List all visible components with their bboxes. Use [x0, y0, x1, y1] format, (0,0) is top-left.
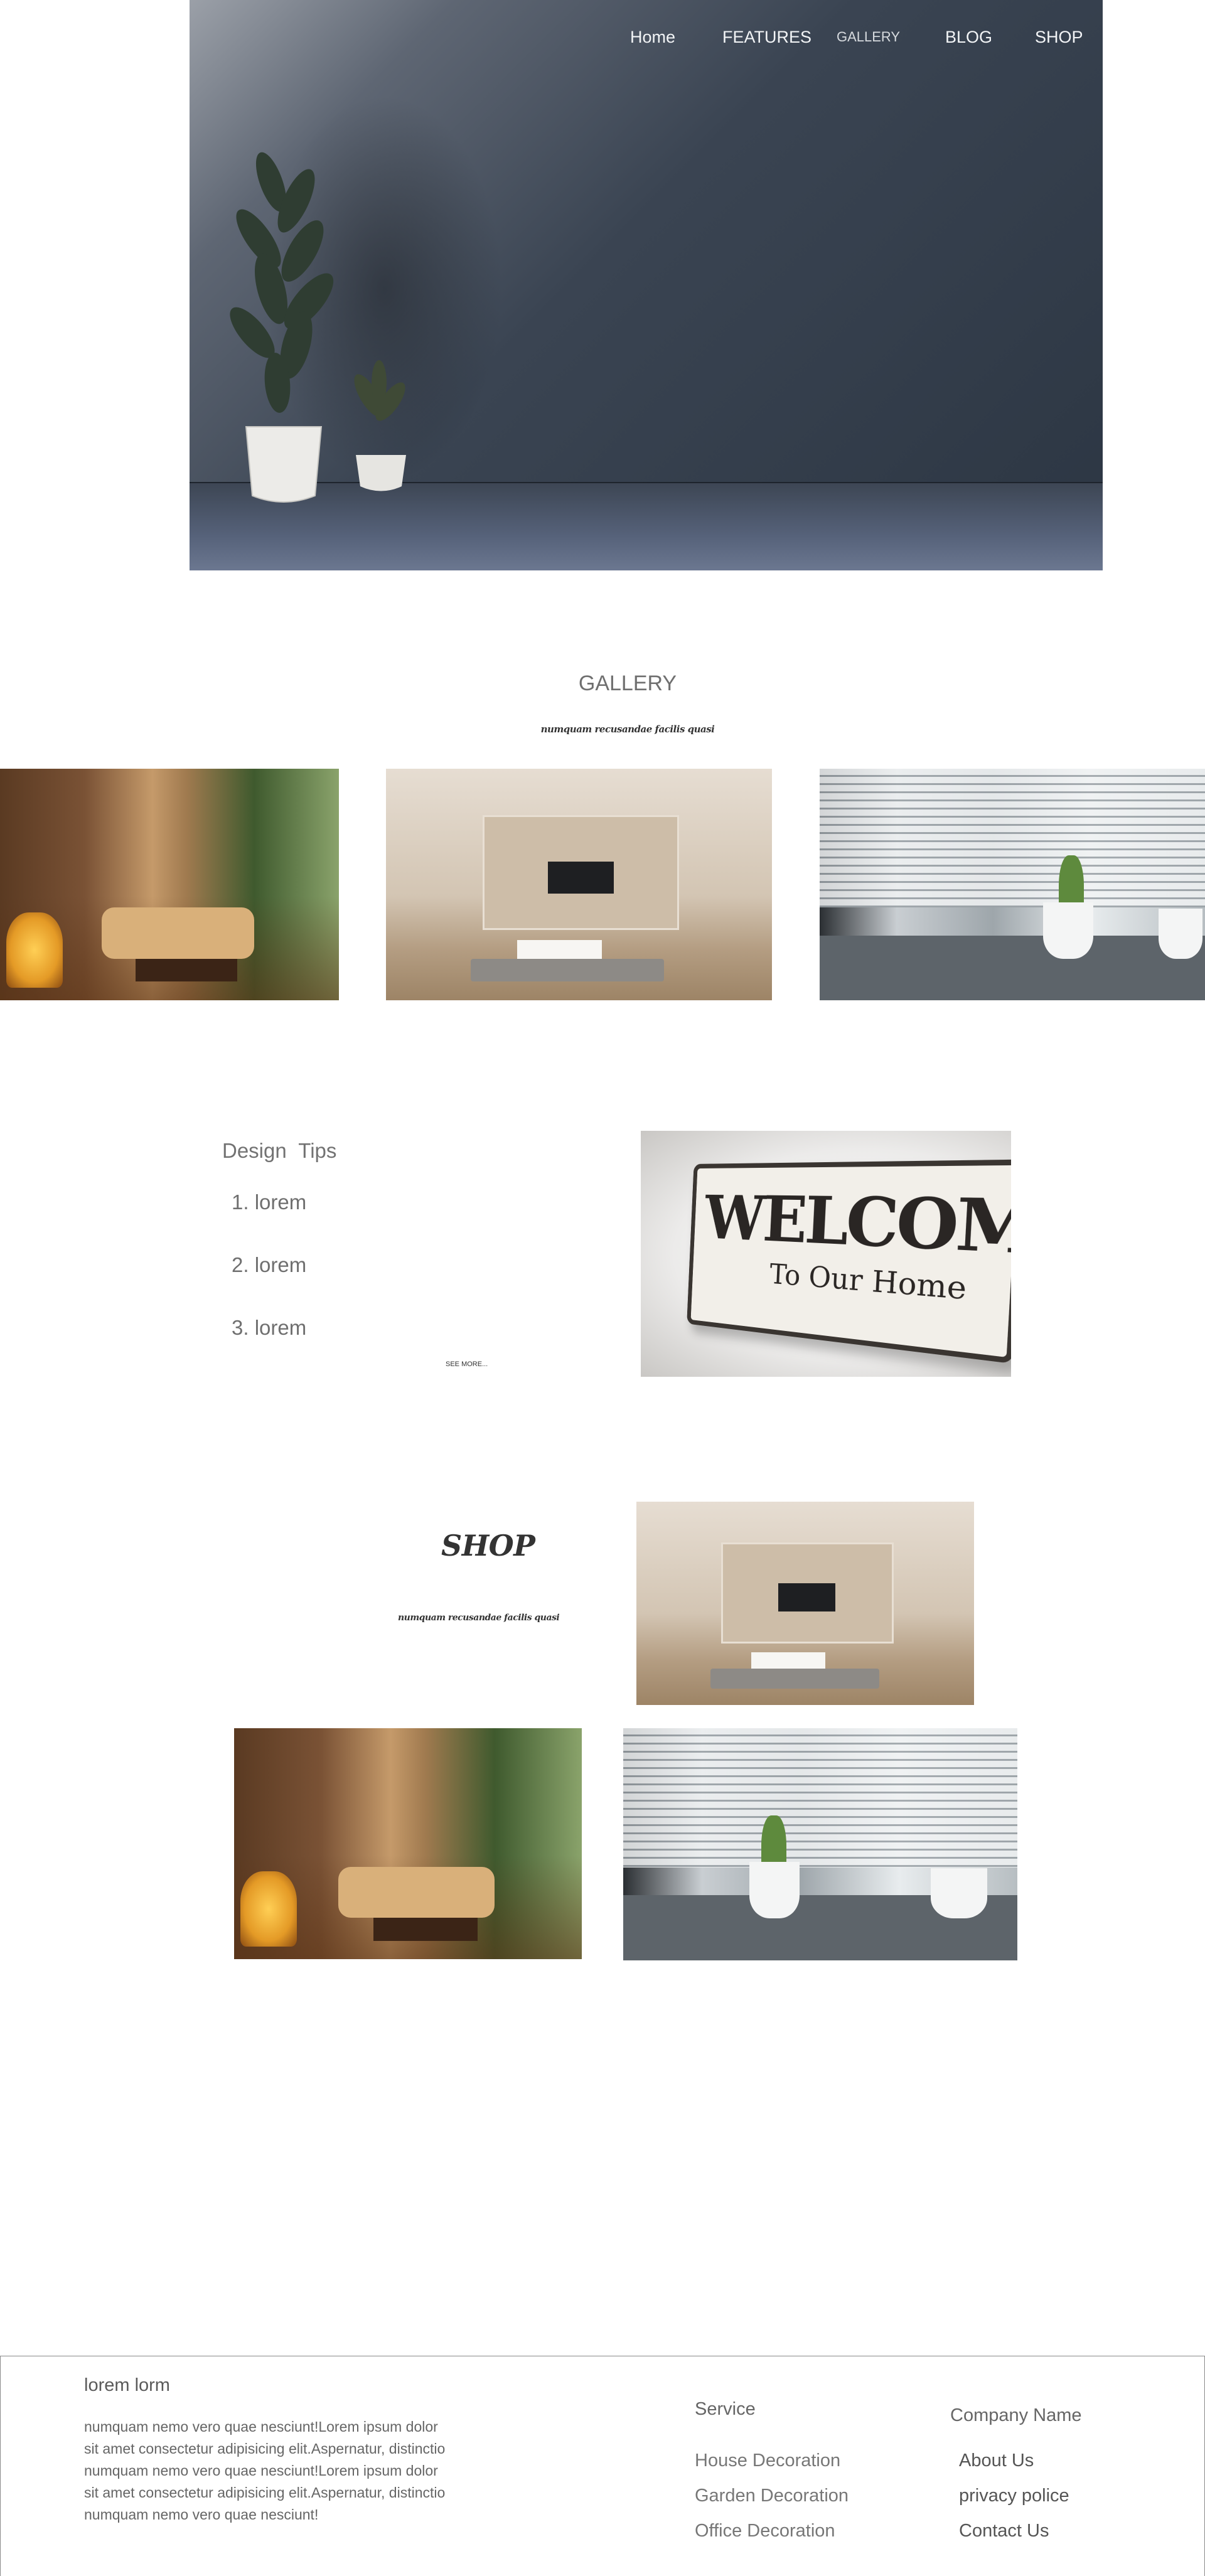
- coffee-table-shape: [517, 940, 602, 959]
- footer-service-heading: Service: [695, 2399, 756, 2419]
- rug-shape: [471, 958, 664, 982]
- footer: lorem lorm numquam nemo vero quae nesciu…: [0, 2356, 1205, 2576]
- sofa-shape: [338, 1866, 495, 1918]
- pot-shape: [1159, 908, 1203, 959]
- tip-item: 1. lorem: [232, 1190, 307, 1214]
- sign-text-welcome: WELCOME: [703, 1182, 1011, 1276]
- hero-banner: Home FEATURES GALLERY BLOG SHOP: [190, 0, 1103, 570]
- table-shape: [136, 958, 237, 982]
- coffee-table-shape: [751, 1652, 826, 1669]
- shop-subtitle: numquam recusandae facilis quasi: [398, 1613, 560, 1623]
- footer-description: numquam nemo vero quae nesciunt!Lorem ip…: [84, 2418, 446, 2523]
- window-blinds-shape: [623, 1728, 1017, 1868]
- nav-home[interactable]: Home: [630, 28, 675, 47]
- footer-link-garden-decoration[interactable]: Garden Decoration: [695, 2486, 849, 2506]
- sofa-shape: [102, 907, 254, 959]
- see-more-link[interactable]: SEE MORE...: [446, 1360, 488, 1368]
- shop-image-library[interactable]: [234, 1728, 582, 1959]
- footer-company-heading: Company Name: [950, 2405, 1082, 2425]
- footer-link-about-us[interactable]: About Us: [959, 2450, 1034, 2471]
- lamp-shape: [6, 912, 63, 988]
- pot-shape: [930, 1868, 987, 1919]
- gallery-subtitle: numquam recusandae facilis quasi: [540, 724, 715, 735]
- table-shape: [373, 1917, 478, 1941]
- tip-item: 2. lorem: [232, 1253, 307, 1276]
- nav-gallery[interactable]: GALLERY: [837, 29, 900, 45]
- shelf-shape: [820, 935, 1205, 1000]
- gallery-title: GALLERY: [578, 671, 677, 695]
- lamp-shape: [240, 1871, 297, 1947]
- shop-image-plants[interactable]: [623, 1728, 1017, 1960]
- footer-link-office-decoration[interactable]: Office Decoration: [695, 2521, 835, 2541]
- footer-link-contact-us[interactable]: Contact Us: [959, 2521, 1049, 2541]
- rug-shape: [710, 1668, 880, 1689]
- welcome-sign-image: WELCOME To Our Home: [641, 1131, 1011, 1377]
- tv-shape: [548, 861, 614, 894]
- welcome-sign-board: WELCOME To Our Home: [687, 1159, 1011, 1364]
- footer-link-privacy[interactable]: privacy police: [959, 2486, 1069, 2506]
- footer-link-house-decoration[interactable]: House Decoration: [695, 2450, 840, 2471]
- pot-shape: [1043, 902, 1094, 959]
- window-blinds-shape: [820, 769, 1205, 908]
- nav-shop[interactable]: SHOP: [1035, 28, 1083, 47]
- footer-title: lorem lorm: [84, 2375, 170, 2395]
- shop-image-living-room[interactable]: [636, 1502, 974, 1705]
- design-tips-title: Design Tips: [222, 1139, 337, 1162]
- gallery-image-library[interactable]: [0, 769, 339, 1000]
- tv-shape: [778, 1583, 836, 1611]
- nav-features[interactable]: FEATURES: [722, 28, 811, 47]
- tip-item: 3. lorem: [232, 1316, 307, 1339]
- gallery-image-living-room[interactable]: [386, 769, 772, 1000]
- nav-blog[interactable]: BLOG: [945, 28, 992, 47]
- pot-shape: [749, 1862, 800, 1919]
- shop-title: SHOP: [441, 1529, 535, 1563]
- potted-plants-image: [230, 152, 406, 503]
- gallery-image-plants[interactable]: [820, 769, 1205, 1000]
